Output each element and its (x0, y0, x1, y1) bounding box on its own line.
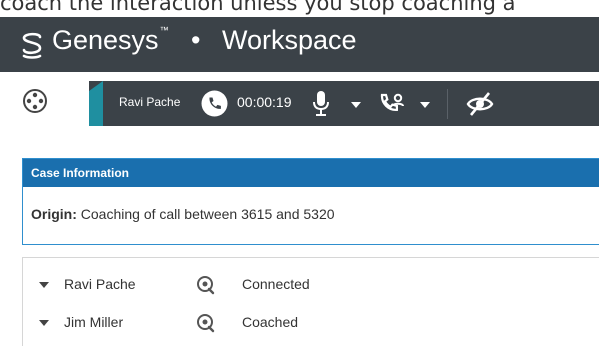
party-row[interactable]: Ravi Pache Connected (23, 274, 599, 298)
call-transfer-icon[interactable] (379, 90, 407, 118)
title-separator: • (191, 25, 201, 55)
vision-menu-icon[interactable] (20, 86, 50, 116)
case-information-header: Case Information (23, 159, 599, 187)
chevron-down-icon[interactable] (39, 281, 49, 289)
eye-slash-icon[interactable] (465, 89, 495, 119)
party-status: Connected (242, 276, 310, 292)
case-information-panel: Case Information Origin: Coaching of cal… (22, 158, 599, 245)
party-name: Jim Miller (64, 314, 124, 330)
toolbar-divider (447, 89, 448, 119)
party-name: Ravi Pache (64, 276, 136, 292)
origin-value: Coaching of call between 3615 and 5320 (80, 206, 335, 222)
origin-label: Origin: (31, 206, 77, 222)
interaction-accent (89, 81, 103, 126)
phone-icon (201, 90, 228, 117)
party-row[interactable]: Jim Miller Coached (23, 312, 599, 336)
brand-name: Genesys™ (52, 25, 169, 55)
title-bar: Genesys™ • Workspace (0, 17, 599, 72)
toolbar: Ravi Pache 00:00:19 (0, 72, 599, 142)
chevron-down-icon[interactable] (420, 101, 430, 109)
chevron-down-icon[interactable] (39, 319, 49, 327)
call-timer: 00:00:19 (237, 94, 292, 110)
monitoring-icon (197, 276, 215, 295)
call-interaction-bar[interactable]: Ravi Pache 00:00:19 (89, 81, 599, 126)
chevron-down-icon[interactable] (351, 101, 361, 109)
party-status: Coached (242, 314, 299, 330)
monitoring-icon (197, 314, 215, 333)
case-origin: Origin: Coaching of call between 3615 an… (31, 206, 335, 222)
doc-caption: coach the interaction unless you stop co… (0, 0, 516, 15)
genesys-logo-icon (22, 32, 42, 59)
microphone-icon[interactable] (311, 89, 331, 119)
party-list: Ravi Pache Connected Jim Miller Coached (22, 257, 599, 346)
app-name: Workspace (222, 25, 357, 55)
call-party-name: Ravi Pache (119, 95, 181, 109)
